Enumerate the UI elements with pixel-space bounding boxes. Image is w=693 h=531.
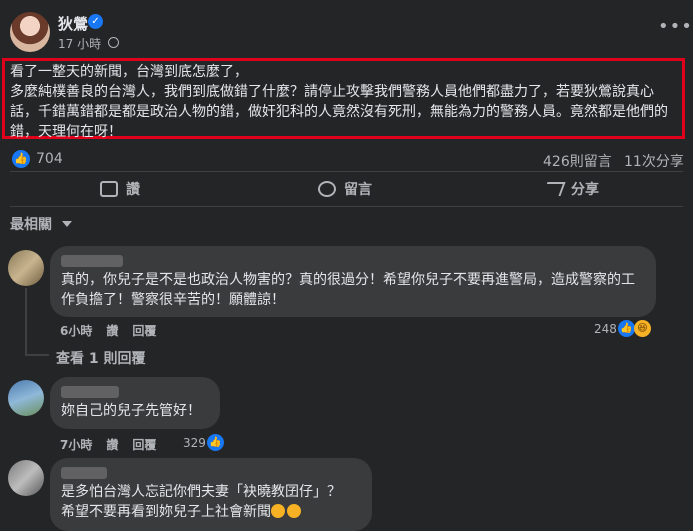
blurred-commenter-name[interactable] — [61, 467, 107, 479]
author-avatar[interactable] — [10, 12, 50, 52]
comment-count[interactable]: 426則留言 — [543, 151, 612, 171]
divider — [10, 206, 683, 207]
comment-actions: 6小時 讚 回覆 — [60, 322, 156, 339]
reaction-count[interactable]: 704 — [36, 151, 63, 167]
commenter-avatar[interactable] — [8, 380, 44, 416]
commenter-avatar[interactable] — [8, 250, 44, 286]
view-replies-link[interactable]: 查看 1 則回覆 — [56, 348, 146, 368]
author-name[interactable]: 狄鶯 — [58, 13, 88, 34]
grimace-emoji-icon — [271, 504, 285, 518]
share-count[interactable]: 11次分享 — [624, 151, 684, 171]
like-reaction-icon[interactable]: 👍 — [12, 150, 30, 168]
share-button[interactable]: 分享 — [542, 177, 599, 201]
divider — [10, 171, 683, 172]
blurred-commenter-name[interactable] — [61, 386, 119, 398]
comment-button-label: 留言 — [344, 182, 372, 198]
more-options-icon[interactable]: ••• — [658, 16, 693, 37]
post-time[interactable]: 17 小時 — [58, 35, 101, 52]
haha-reaction-icon[interactable]: 😆 — [634, 320, 651, 337]
comment-button[interactable]: 留言 — [318, 177, 372, 201]
comment-icon — [318, 181, 336, 197]
comment-bubble: 是多怕台灣人忘記你們夫妻「袂曉教囝仔」？ 希望不要再看到妳兒子上社會新聞 — [50, 458, 372, 531]
thumbs-up-icon — [100, 181, 118, 197]
comment-reply-link[interactable]: 回覆 — [132, 322, 156, 339]
commenter-avatar[interactable] — [8, 460, 44, 496]
post-text: 看了一整天的新聞，台灣到底怎麼了， 多麼純樸善良的台灣人，我們到底做錯了什麼？請… — [10, 64, 668, 140]
comment-time[interactable]: 6小時 — [60, 322, 92, 339]
comment-actions: 7小時 讚 回覆 — [60, 436, 156, 453]
grimace-emoji-icon — [287, 504, 301, 518]
comment-bubble: 妳自己的兒子先管好！ — [50, 377, 220, 429]
comment-sort-dropdown[interactable]: 最相關 — [10, 214, 52, 234]
comment-reaction-count[interactable]: 248 — [594, 322, 617, 336]
thread-line — [25, 288, 27, 356]
like-button-label: 讚 — [126, 182, 140, 198]
like-reaction-icon[interactable]: 👍 — [207, 434, 224, 451]
comment-reaction-count[interactable]: 329 — [183, 436, 206, 450]
blurred-commenter-name[interactable] — [61, 255, 123, 267]
comment-reply-link[interactable]: 回覆 — [132, 436, 156, 453]
chevron-down-icon[interactable] — [62, 221, 72, 227]
comment-text: 妳自己的兒子先管好！ — [61, 403, 201, 419]
verified-badge-icon: ✓ — [88, 14, 103, 29]
comment-bubble: 真的，你兒子是不是也政治人物害的？真的很過分！希望你兒子不要再進警局，造成警察的… — [50, 246, 656, 317]
comment-like-link[interactable]: 讚 — [106, 322, 118, 339]
thread-line — [25, 354, 49, 356]
share-arrow-icon — [542, 182, 566, 196]
like-button[interactable]: 讚 — [100, 177, 140, 201]
comment-text: 真的，你兒子是不是也政治人物害的？真的很過分！希望你兒子不要再進警局，造成警察的… — [61, 272, 635, 308]
share-button-label: 分享 — [571, 182, 599, 198]
comment-like-link[interactable]: 讚 — [106, 436, 118, 453]
comment-time[interactable]: 7小時 — [60, 436, 92, 453]
comment-text: 是多怕台灣人忘記你們夫妻「袂曉教囝仔」？ 希望不要再看到妳兒子上社會新聞 — [61, 484, 341, 520]
globe-icon — [108, 37, 119, 48]
like-reaction-icon[interactable]: 👍 — [618, 320, 635, 337]
